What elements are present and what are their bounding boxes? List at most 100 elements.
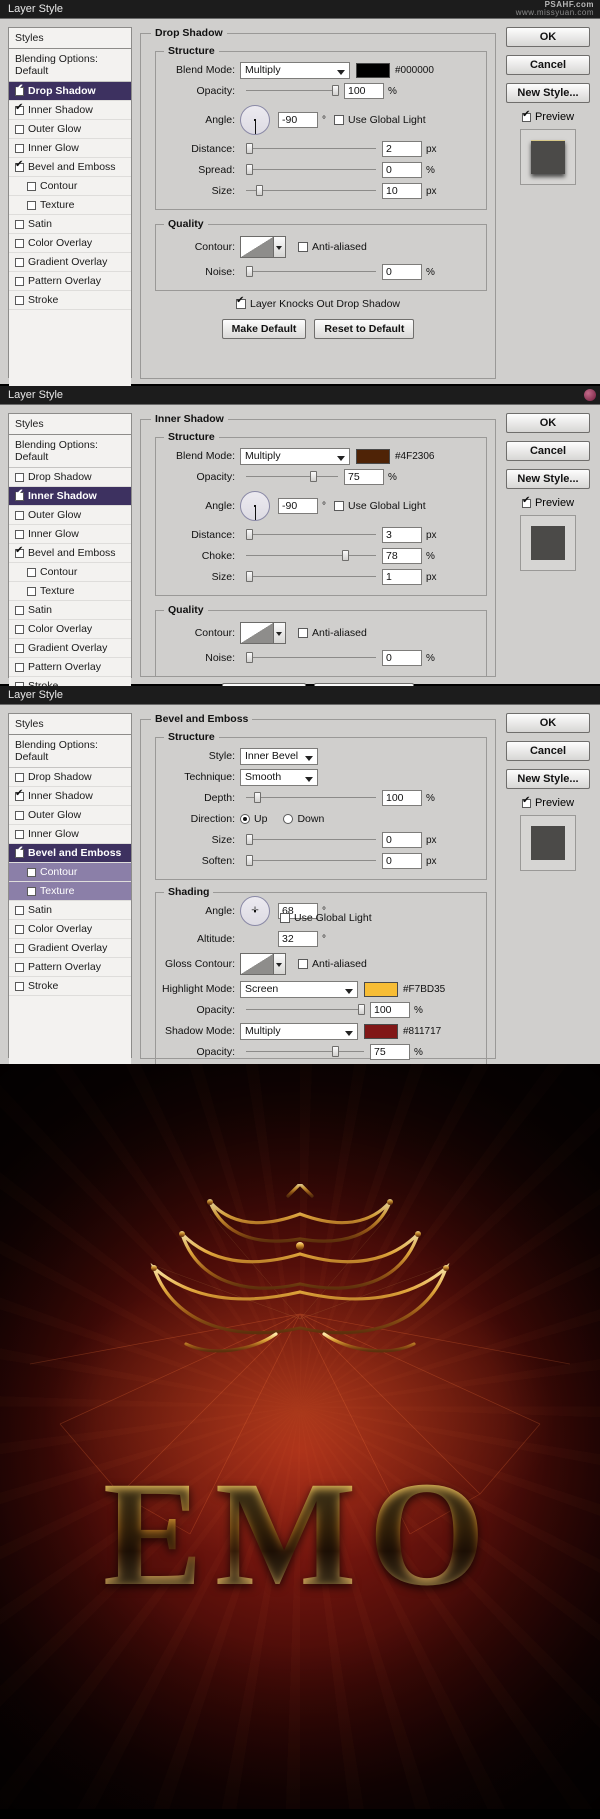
style-row-pattern-overlay[interactable]: Pattern Overlay [9,658,131,677]
use-global-light-checkbox[interactable]: Use Global Light [334,114,426,126]
anti-aliased-checkbox[interactable]: Anti-aliased [298,958,367,970]
angle-dial[interactable] [240,491,270,521]
styles-list[interactable]: Styles Blending Options: Default Drop Sh… [8,413,132,678]
checkbox-anti-aliased[interactable] [298,959,308,969]
contour-dropdown-button[interactable] [274,622,286,644]
highlight-opacity-slider[interactable] [246,1003,364,1017]
style-row-outer-glow[interactable]: Outer Glow [9,806,131,825]
style-row-satin[interactable]: Satin [9,901,131,920]
checkbox-color-overlay[interactable] [15,925,24,934]
contour-dropdown-button[interactable] [274,236,286,258]
technique-dropdown[interactable]: Smooth [240,769,318,786]
size-input[interactable]: 0 [382,832,422,848]
blending-options-row[interactable]: Blending Options: Default [9,49,131,82]
highlight-color-swatch[interactable] [364,982,398,997]
style-row-inner-glow[interactable]: Inner Glow [9,825,131,844]
opacity-input[interactable]: 100 [344,83,384,99]
cancel-button[interactable]: Cancel [506,441,590,461]
style-row-drop-shadow[interactable]: Drop Shadow [9,82,131,101]
checkbox-gradient-overlay[interactable] [15,944,24,953]
checkbox-preview[interactable] [522,113,531,122]
style-row-pattern-overlay[interactable]: Pattern Overlay [9,958,131,977]
checkbox-gradient-overlay[interactable] [15,258,24,267]
checkbox-texture[interactable] [27,887,36,896]
angle-input[interactable]: -90 [278,498,318,514]
shadow-opacity-input[interactable]: 75 [370,1044,410,1060]
checkbox-global-light[interactable] [334,115,344,125]
checkbox-anti-aliased[interactable] [298,628,308,638]
style-row-outer-glow[interactable]: Outer Glow [9,120,131,139]
contour-preview[interactable] [240,622,274,644]
preview-checkbox[interactable]: Preview [502,111,594,123]
checkbox-drop-shadow[interactable] [15,473,24,482]
new-style-button[interactable]: New Style... [506,769,590,789]
checkbox-knockout[interactable] [236,299,246,309]
choke-input[interactable]: 78 [382,548,422,564]
style-row-outer-glow[interactable]: Outer Glow [9,506,131,525]
gloss-contour-dropdown-button[interactable] [274,953,286,975]
style-row-inner-shadow[interactable]: Inner Shadow [9,101,131,120]
opacity-slider[interactable] [246,470,338,484]
checkbox-inner-shadow[interactable] [15,492,24,501]
style-row-inner-glow[interactable]: Inner Glow [9,525,131,544]
preview-checkbox[interactable]: Preview [502,497,594,509]
checkbox-outer-glow[interactable] [15,511,24,520]
angle-dial[interactable]: ✛ [240,896,270,926]
style-row-stroke[interactable]: Stroke [9,291,131,310]
radio-up[interactable] [240,814,250,824]
checkbox-color-overlay[interactable] [15,239,24,248]
checkbox-outer-glow[interactable] [15,811,24,820]
style-row-drop-shadow[interactable]: Drop Shadow [9,468,131,487]
checkbox-pattern-overlay[interactable] [15,277,24,286]
checkbox-bevel-and-emboss[interactable] [15,849,24,858]
use-global-light-checkbox[interactable]: Use Global Light [334,500,426,512]
style-row-satin[interactable]: Satin [9,215,131,234]
noise-slider[interactable] [246,265,376,279]
style-row-color-overlay[interactable]: Color Overlay [9,920,131,939]
ok-button[interactable]: OK [506,413,590,433]
style-row-color-overlay[interactable]: Color Overlay [9,620,131,639]
checkbox-inner-shadow[interactable] [15,106,24,115]
spread-slider[interactable] [246,163,376,177]
checkbox-satin[interactable] [15,906,24,915]
checkbox-gradient-overlay[interactable] [15,644,24,653]
checkbox-drop-shadow[interactable] [15,87,24,96]
checkbox-texture[interactable] [27,587,36,596]
blend-mode-dropdown[interactable]: Multiply [240,62,350,79]
style-row-gradient-overlay[interactable]: Gradient Overlay [9,253,131,272]
noise-input[interactable]: 0 [382,650,422,666]
blending-options-row[interactable]: Blending Options: Default [9,435,131,468]
style-row-satin[interactable]: Satin [9,601,131,620]
checkbox-preview[interactable] [522,499,531,508]
style-row-drop-shadow[interactable]: Drop Shadow [9,768,131,787]
checkbox-inner-glow[interactable] [15,830,24,839]
anti-aliased-checkbox[interactable]: Anti-aliased [298,241,367,253]
style-row-inner-shadow[interactable]: Inner Shadow [9,487,131,506]
style-row-bevel-and-emboss[interactable]: Bevel and Emboss [9,544,131,563]
direction-up-radio[interactable]: Up [240,813,267,825]
checkbox-preview[interactable] [522,799,531,808]
size-slider[interactable] [246,184,376,198]
style-row-contour[interactable]: Contour [9,177,131,196]
size-input[interactable]: 10 [382,183,422,199]
checkbox-bevel-and-emboss[interactable] [15,163,24,172]
style-row-bevel-and-emboss[interactable]: Bevel and Emboss [9,158,131,177]
gloss-contour-preview[interactable] [240,953,274,975]
checkbox-pattern-overlay[interactable] [15,963,24,972]
style-row-stroke[interactable]: Stroke [9,977,131,996]
checkbox-global-light[interactable] [334,501,344,511]
checkbox-bevel-and-emboss[interactable] [15,549,24,558]
checkbox-drop-shadow[interactable] [15,773,24,782]
soften-input[interactable]: 0 [382,853,422,869]
shadow-opacity-slider[interactable] [246,1045,364,1059]
direction-down-radio[interactable]: Down [283,813,324,825]
highlight-opacity-input[interactable]: 100 [370,1002,410,1018]
checkbox-anti-aliased[interactable] [298,242,308,252]
checkbox-inner-glow[interactable] [15,530,24,539]
ok-button[interactable]: OK [506,713,590,733]
radio-down[interactable] [283,814,293,824]
style-row-pattern-overlay[interactable]: Pattern Overlay [9,272,131,291]
contour-preview[interactable] [240,236,274,258]
style-row-inner-glow[interactable]: Inner Glow [9,139,131,158]
checkbox-contour[interactable] [27,868,36,877]
